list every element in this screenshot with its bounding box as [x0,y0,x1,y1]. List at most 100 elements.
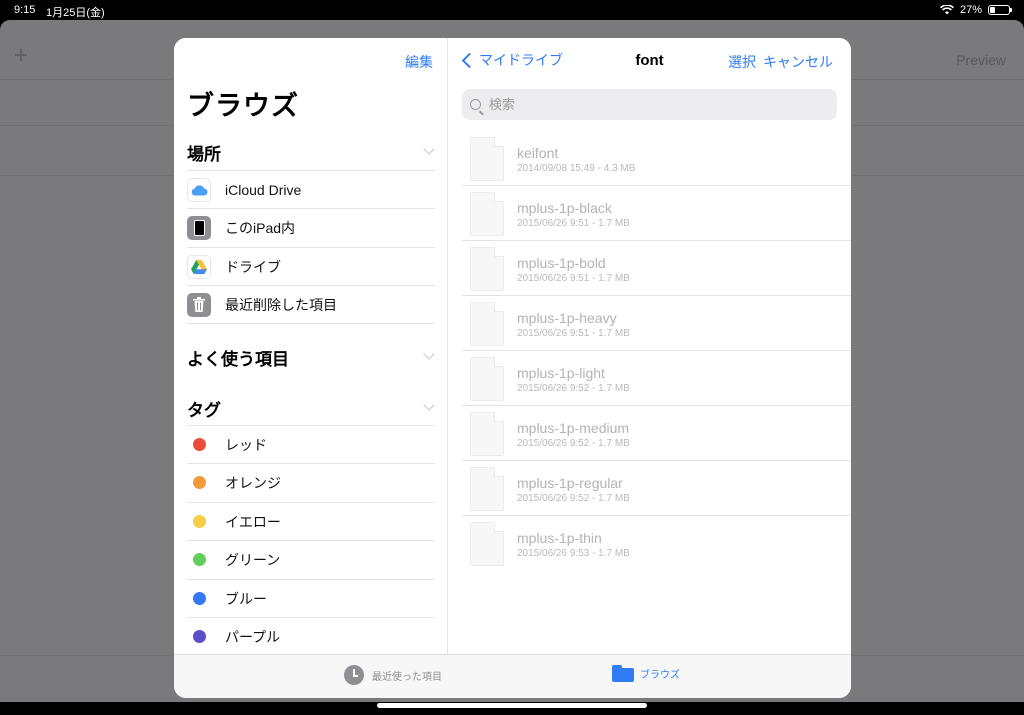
file-row[interactable]: keifont 2014/09/08 15:49 - 4.3 MB [448,131,851,186]
select-button[interactable]: 選択 [728,52,756,72]
file-row[interactable]: mplus-1p-medium 2015/06/26 9:52 - 1.7 MB [448,406,851,461]
browse-sidebar: 編集 ブラウズ 場所 iCloud Drive このiPad内 ドライブ 最近削… [174,38,448,654]
file-name: mplus-1p-heavy [517,310,617,326]
sidebar-item-label: レッド [225,436,267,453]
sidebar-item-label: パープル [225,628,281,645]
file-row[interactable]: mplus-1p-heavy 2015/06/26 9:51 - 1.7 MB [448,296,851,351]
sidebar-item-label: iCloud Drive [225,181,302,198]
file-meta: 2015/06/26 9:51 - 1.7 MB [517,273,630,284]
file-name: keifont [517,145,559,161]
tag-dot-icon [192,476,206,489]
document-icon [470,136,504,181]
sidebar-item-label: オレンジ [225,474,281,491]
sidebar-title: ブラウズ [187,91,299,121]
file-name: mplus-1p-regular [517,475,623,491]
cancel-button[interactable]: キャンセル [763,52,833,72]
tab-bar: 最近使った項目 ブラウズ [174,654,851,698]
battery-fill [990,7,995,13]
back-button[interactable]: マイドライブ [460,50,563,70]
sidebar-item-tag-purple[interactable]: パープル [187,617,435,655]
file-row[interactable]: mplus-1p-bold 2015/06/26 9:51 - 1.7 MB [448,241,851,296]
file-meta: 2015/06/26 9:51 - 1.7 MB [517,328,630,339]
file-row[interactable]: mplus-1p-regular 2015/06/26 9:52 - 1.7 M… [448,461,851,516]
section-favorites-heading[interactable]: よく使う項目 [187,345,289,370]
sidebar-item-tag-red[interactable]: レッド [187,425,435,463]
home-indicator[interactable] [377,703,647,708]
file-row[interactable]: mplus-1p-light 2015/06/26 9:52 - 1.7 MB [448,351,851,406]
file-name: mplus-1p-bold [517,255,606,271]
sidebar-item-on-my-ipad[interactable]: このiPad内 [187,208,435,246]
search-input[interactable] [489,97,809,112]
file-name: mplus-1p-black [517,200,612,216]
document-icon [470,466,504,511]
search-field[interactable] [462,89,837,120]
chevron-down-icon[interactable] [423,143,435,155]
sidebar-item-icloud-drive[interactable]: iCloud Drive [187,170,435,208]
ipad-icon [187,215,211,240]
sidebar-item-label: グリーン [225,551,281,568]
chevron-left-icon [461,52,478,68]
status-date: 1月25日(金) [46,7,105,19]
file-browser-sheet: 編集 ブラウズ 場所 iCloud Drive このiPad内 ドライブ 最近削… [174,38,851,698]
sidebar-item-tag-green[interactable]: グリーン [187,540,435,578]
search-icon [470,99,481,110]
status-right: 27% [940,4,1012,16]
trash-icon [187,292,211,317]
battery-icon [988,5,1012,15]
sidebar-item-label: ブルー [225,590,267,607]
sidebar-item-tag-yellow[interactable]: イエロー [187,502,435,540]
section-locations-heading[interactable]: 場所 [187,140,221,165]
sidebar-item-label: 最近削除した項目 [225,296,337,313]
background-add-button: + [14,42,29,69]
sidebar-item-tag-orange[interactable]: オレンジ [187,463,435,501]
folder-icon [612,665,634,682]
sidebar-item-label: イエロー [225,513,281,530]
document-icon [470,191,504,236]
file-meta: 2015/06/26 9:52 - 1.7 MB [517,438,630,449]
document-icon [470,301,504,346]
tag-dot-icon [192,630,206,643]
document-icon [470,356,504,401]
tag-dot-icon [192,553,206,566]
back-label: マイドライブ [479,52,563,68]
sidebar-item-google-drive[interactable]: ドライブ [187,247,435,285]
file-meta: 2015/06/26 9:53 - 1.7 MB [517,548,630,559]
document-icon [470,411,504,456]
tag-dot-icon [192,592,206,605]
sidebar-item-label: ドライブ [225,258,281,275]
google-drive-icon [187,254,211,279]
chevron-down-icon[interactable] [423,348,435,360]
battery-percent: 27% [959,4,982,16]
tab-browse[interactable]: ブラウズ [612,665,680,682]
file-meta: 2015/06/26 9:52 - 1.7 MB [517,383,630,394]
file-meta: 2015/06/26 9:52 - 1.7 MB [517,493,630,504]
icloud-icon [187,177,211,202]
sidebar-item-recently-deleted[interactable]: 最近削除した項目 [187,285,435,323]
file-name: mplus-1p-thin [517,530,602,546]
tab-recents[interactable]: 最近使った項目 [344,665,442,685]
tag-dot-icon [192,438,206,451]
sidebar-item-label: このiPad内 [225,219,296,236]
edit-button[interactable]: 編集 [405,52,433,72]
file-name: mplus-1p-light [517,365,605,381]
sidebar-item-tag-blue[interactable]: ブルー [187,579,435,617]
tag-dot-icon [192,515,206,528]
wifi-icon [940,5,954,15]
tab-label: ブラウズ [640,670,680,681]
file-meta: 2015/06/26 9:51 - 1.7 MB [517,218,630,229]
file-meta: 2014/09/08 15:49 - 4.3 MB [517,163,636,174]
chevron-down-icon[interactable] [423,399,435,411]
status-bar: 9:15 1月25日(金) 27% [0,0,1024,20]
file-name: mplus-1p-medium [517,420,630,436]
file-row[interactable]: mplus-1p-black 2015/06/26 9:51 - 1.7 MB [448,186,851,241]
file-row[interactable]: mplus-1p-thin 2015/06/26 9:53 - 1.7 MB [448,516,851,571]
section-tags-heading[interactable]: タグ [187,396,221,421]
tab-label: 最近使った項目 [372,671,442,683]
document-icon [470,521,504,566]
status-time: 9:15 [14,4,36,16]
folder-pane: font マイドライブ 選択 キャンセル keifont 2014/09/08 … [448,38,851,654]
divider [187,323,435,324]
background-preview-button: Preview [956,52,1006,68]
document-icon [470,246,504,291]
clock-icon [344,665,364,685]
